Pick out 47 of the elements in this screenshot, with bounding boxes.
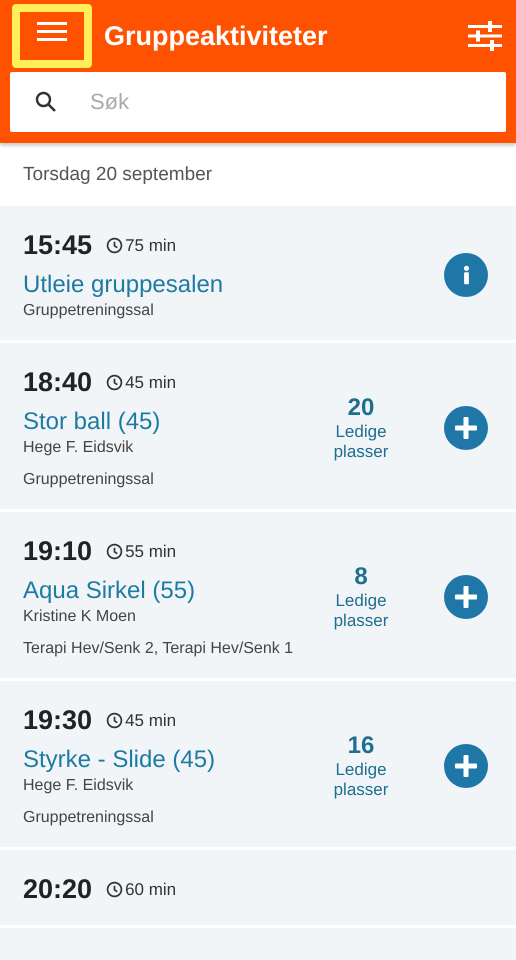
duration: 45 min (125, 372, 176, 392)
info-button[interactable] (444, 253, 488, 297)
clock-icon (106, 543, 124, 560)
plus-icon (453, 753, 479, 779)
add-button[interactable] (444, 744, 488, 788)
available-count: 16 (348, 732, 374, 760)
date-header: Torsdag 20 september (23, 164, 212, 186)
instructor-name: Hege F. Eidsvik (23, 777, 134, 795)
available-count: 20 (348, 394, 374, 422)
info-icon (462, 265, 470, 285)
available-label: Ledige plasser (332, 760, 390, 800)
clock-icon (106, 712, 124, 729)
duration: 75 min (125, 236, 176, 256)
clock-icon (106, 881, 124, 898)
start-time: 15:45 (23, 230, 92, 261)
clock-icon (106, 374, 124, 391)
clock-icon (106, 237, 124, 254)
add-button[interactable] (444, 575, 488, 619)
activity-title: Styrke - Slide (45) (23, 746, 216, 774)
available-count: 8 (354, 563, 368, 591)
activity-title: Aqua Sirkel (55) (23, 577, 196, 605)
plus-icon (453, 584, 479, 610)
duration: 60 min (125, 880, 176, 900)
activity-title: Utleie gruppesalen (23, 271, 224, 299)
plus-icon (453, 415, 479, 441)
start-time: 19:30 (23, 705, 92, 736)
instructor-name: Kristine K Moen (23, 608, 137, 626)
search-field[interactable]: Søk (10, 72, 506, 132)
start-time: 18:40 (23, 367, 92, 398)
duration: 55 min (125, 542, 176, 562)
sliders-icon (468, 21, 502, 51)
menu-icon (37, 21, 67, 43)
search-input[interactable]: Søk (88, 88, 506, 116)
location-text: Gruppetreningssal (23, 471, 155, 489)
add-button[interactable] (444, 406, 488, 450)
duration: 45 min (125, 710, 176, 730)
start-time: 20:20 (23, 874, 92, 905)
location-text: Gruppetreningssal (23, 809, 155, 827)
app-title: Gruppeaktiviteter (104, 20, 329, 52)
location-text: Gruppetreningssal (23, 302, 155, 320)
instructor-name: Hege F. Eidsvik (23, 439, 134, 457)
search-icon (34, 90, 58, 114)
activity-title: Stor ball (45) (23, 408, 162, 436)
start-time: 19:10 (23, 536, 92, 567)
location-text: Terapi Hev/Senk 2, Terapi Hev/Senk 1 (23, 640, 294, 658)
available-label: Ledige plasser (332, 591, 390, 631)
available-label: Ledige plasser (332, 422, 390, 462)
